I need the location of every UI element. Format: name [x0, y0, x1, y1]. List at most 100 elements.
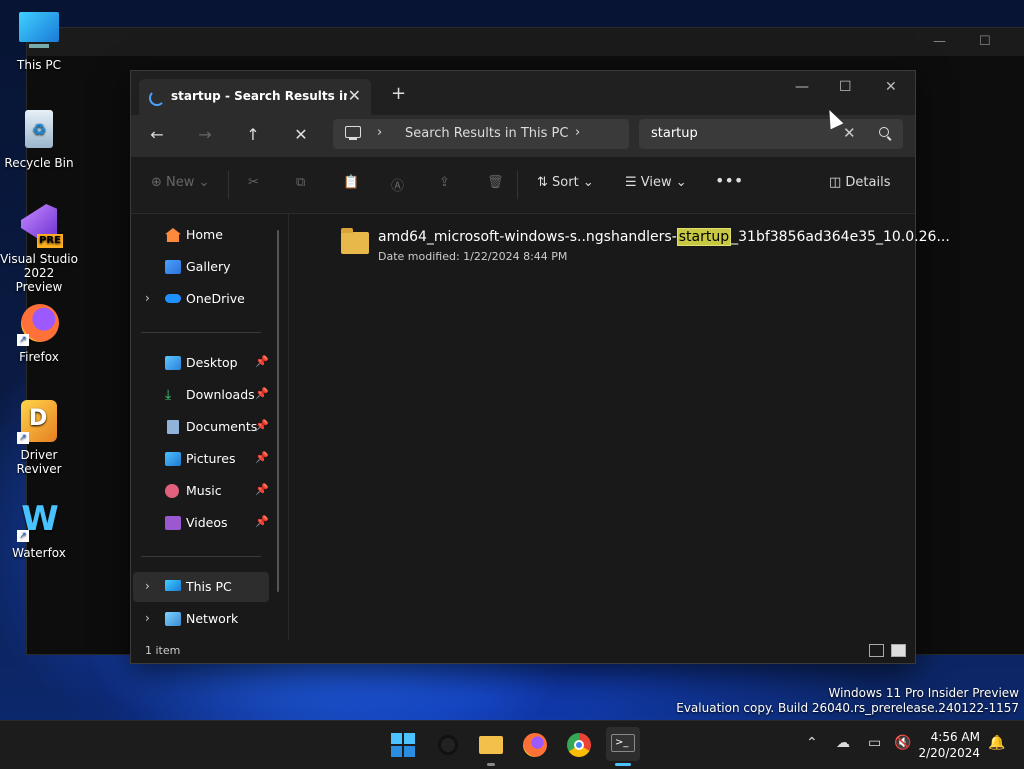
file-name: amd64_microsoft-windows-s..ngshandlers-s…: [378, 228, 950, 246]
delete-icon[interactable]: 🗑: [487, 175, 504, 190]
desktop-icon-firefox[interactable]: ↗ Firefox: [0, 302, 78, 364]
sidebar-item-music[interactable]: Music 📌: [133, 476, 269, 506]
sort-button[interactable]: ⇅ Sort ⌄: [537, 175, 594, 190]
minimize-icon[interactable]: —: [933, 34, 946, 49]
notifications-bell-icon[interactable]: 🔔: [988, 735, 1005, 751]
sidebar-item-home[interactable]: Home: [133, 220, 269, 250]
start-button[interactable]: [390, 732, 416, 758]
share-icon[interactable]: ⇪: [439, 175, 450, 190]
downloads-icon: ⤓: [165, 387, 172, 403]
command-bar: ⊕ New ⌄ ✂ ⧉ 📋 Ⓐ ⇪ 🗑 ⇅ Sort ⌄ ☰ View ⌄ ••…: [131, 157, 915, 214]
more-options-icon[interactable]: •••: [715, 171, 743, 190]
sidebar-item-gallery[interactable]: Gallery: [133, 252, 269, 282]
pin-icon[interactable]: 📌: [255, 355, 269, 368]
navigation-bar: ← → ↑ ✕ › Search Results in This PC › st…: [131, 115, 915, 157]
desktop-icon-label: Firefox: [19, 350, 59, 364]
pin-icon[interactable]: 📌: [255, 483, 269, 496]
chevron-right-icon[interactable]: ›: [575, 125, 580, 140]
waterfox-icon: W ↗: [17, 498, 61, 542]
pin-icon[interactable]: 📌: [255, 515, 269, 528]
view-button[interactable]: ☰ View ⌄: [625, 175, 687, 190]
desktop-icon-recycle-bin[interactable]: ♻ Recycle Bin: [0, 108, 78, 170]
this-pc-icon: [165, 580, 181, 591]
sidebar-item-onedrive[interactable]: › OneDrive: [133, 284, 269, 314]
sidebar-item-pictures[interactable]: Pictures 📌: [133, 444, 269, 474]
computer-icon: [345, 126, 361, 140]
status-bar: 1 item: [131, 640, 915, 662]
sidebar-item-network[interactable]: › Network: [133, 604, 269, 634]
pin-icon[interactable]: 📌: [255, 451, 269, 464]
firefox-taskbar-button[interactable]: [522, 732, 548, 758]
copy-icon[interactable]: ⧉: [296, 175, 305, 190]
sidebar-item-downloads[interactable]: ⤓ Downloads 📌: [133, 380, 269, 410]
sidebar-item-videos[interactable]: Videos 📌: [133, 508, 269, 538]
search-input[interactable]: startup: [651, 126, 698, 141]
new-button[interactable]: ⊕ New ⌄: [151, 175, 209, 190]
background-window-titlebar[interactable]: — ☐: [27, 28, 1024, 56]
back-button[interactable]: ←: [145, 125, 169, 144]
navigation-pane: Home Gallery › OneDrive Desktop 📌 ⤓ Down…: [131, 214, 283, 634]
new-tab-button[interactable]: +: [391, 83, 406, 104]
maximize-button[interactable]: ☐: [839, 79, 852, 95]
desktop-icon-this-pc[interactable]: This PC: [0, 10, 78, 72]
tiles-view-icon[interactable]: [891, 644, 906, 657]
search-box[interactable]: startup ✕: [639, 119, 903, 149]
close-window-button[interactable]: ✕: [885, 79, 897, 95]
file-date-modified: Date modified: 1/22/2024 8:44 PM: [378, 250, 568, 263]
forward-button[interactable]: →: [193, 125, 217, 144]
music-icon: [165, 484, 179, 498]
pin-icon[interactable]: 📌: [255, 387, 269, 400]
search-icon[interactable]: [879, 127, 889, 137]
terminal-taskbar-button[interactable]: >_: [606, 727, 640, 766]
folder-icon: [479, 736, 503, 754]
sidebar-item-this-pc[interactable]: › This PC: [133, 572, 269, 602]
clear-search-icon[interactable]: ✕: [843, 124, 856, 142]
network-status-icon[interactable]: ▭: [868, 735, 881, 751]
details-view-icon[interactable]: [869, 644, 884, 657]
breadcrumb-search-results[interactable]: Search Results in This PC: [405, 126, 568, 141]
desktop-icon-driver-reviver[interactable]: D ↗ Driver Reviver: [0, 400, 78, 476]
shortcut-arrow-icon: ↗: [17, 530, 29, 542]
up-button[interactable]: ↑: [241, 125, 265, 144]
desktop-icon-label: Visual Studio 2022 Preview: [0, 252, 78, 294]
desktop-icon-visual-studio[interactable]: PRE Visual Studio 2022 Preview: [0, 204, 78, 294]
rename-icon[interactable]: Ⓐ: [391, 175, 404, 194]
close-tab-icon[interactable]: ✕: [348, 86, 361, 105]
cut-icon[interactable]: ✂: [248, 175, 259, 190]
item-count: 1 item: [145, 644, 181, 657]
chevron-right-icon[interactable]: ›: [377, 125, 382, 140]
maximize-icon[interactable]: ☐: [979, 34, 991, 49]
title-bar[interactable]: startup - Search Results in This ✕ + — ☐…: [131, 71, 915, 115]
list-item[interactable]: amd64_microsoft-windows-s..ngshandlers-s…: [333, 228, 950, 272]
sidebar-item-documents[interactable]: Documents 📌: [133, 412, 269, 442]
chrome-taskbar-button[interactable]: [566, 732, 592, 758]
sidebar-scrollbar[interactable]: [277, 230, 279, 592]
gallery-icon: [165, 260, 181, 274]
details-button[interactable]: ◫ Details: [829, 175, 891, 190]
search-taskbar-button[interactable]: [434, 732, 460, 758]
sidebar-item-desktop[interactable]: Desktop 📌: [133, 348, 269, 378]
this-pc-icon: [17, 10, 61, 54]
minimize-button[interactable]: —: [795, 79, 809, 95]
onedrive-status-icon[interactable]: ☁: [836, 735, 850, 751]
desktop-icon-waterfox[interactable]: W ↗ Waterfox: [0, 498, 78, 560]
file-explorer-taskbar-button[interactable]: [478, 732, 504, 766]
documents-icon: [167, 420, 179, 434]
stop-button[interactable]: ✕: [289, 125, 313, 144]
file-explorer-window[interactable]: startup - Search Results in This ✕ + — ☐…: [130, 70, 950, 664]
chevron-right-icon[interactable]: ›: [145, 611, 150, 625]
address-bar[interactable]: › Search Results in This PC ›: [333, 119, 629, 149]
chevron-right-icon[interactable]: ›: [145, 291, 150, 305]
clock[interactable]: 4:56 AM 2/20/2024: [918, 729, 980, 761]
pictures-icon: [165, 452, 181, 466]
tab-title: startup - Search Results in This: [171, 89, 347, 103]
chevron-right-icon[interactable]: ›: [145, 579, 150, 593]
paste-icon[interactable]: 📋: [343, 175, 359, 190]
tab-search-results[interactable]: startup - Search Results in This ✕: [139, 79, 371, 115]
show-hidden-icons-icon[interactable]: ⌃: [806, 735, 818, 751]
volume-muted-icon[interactable]: 🔇: [894, 735, 911, 751]
file-list: amd64_microsoft-windows-s..ngshandlers-s…: [289, 214, 950, 640]
desktop-folder-icon: [165, 356, 181, 370]
pin-icon[interactable]: 📌: [255, 419, 269, 432]
clock-date: 2/20/2024: [918, 746, 980, 760]
